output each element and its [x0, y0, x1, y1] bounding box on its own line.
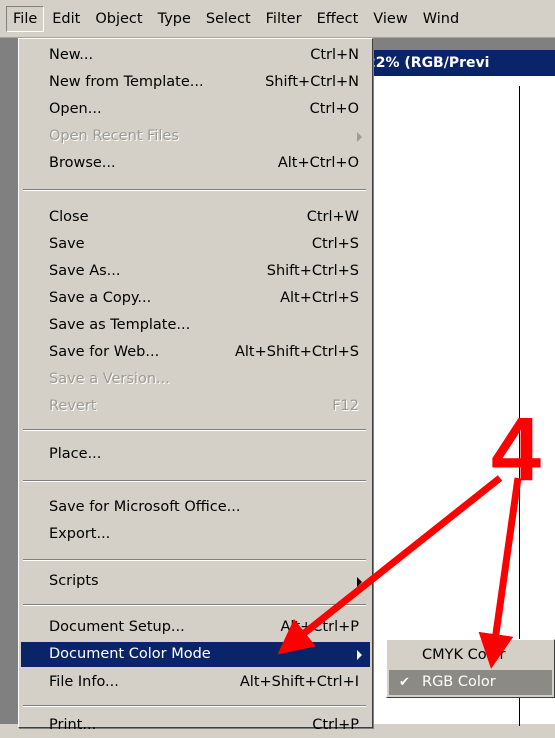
menu-item-label: Save a Version...	[49, 371, 170, 387]
menu-filter[interactable]: Filter	[259, 6, 309, 32]
menu-edit[interactable]: Edit	[45, 6, 87, 32]
menu-item-label: Revert	[49, 398, 97, 414]
menu-item-save[interactable]: Save Ctrl+S	[21, 232, 370, 257]
menu-item-label: Close	[49, 209, 89, 225]
menu-item-shortcut: Ctrl+W	[306, 209, 359, 225]
menu-object[interactable]: Object	[88, 6, 149, 32]
menu-item-shortcut: Ctrl+P	[312, 717, 359, 733]
menu-item-shortcut: Alt+Ctrl+O	[277, 155, 359, 171]
menu-item-label: New from Template...	[49, 74, 204, 90]
menu-item-label: Save for Web...	[49, 344, 160, 360]
menu-item-label: New...	[49, 47, 94, 63]
submenu-arrow-icon	[357, 577, 362, 587]
checkmark-icon: ✔	[399, 675, 410, 690]
menu-item-label: Export...	[49, 526, 111, 542]
menu-item-shortcut: Alt+Ctrl+P	[280, 619, 359, 635]
menu-item-save-as[interactable]: Save As... Shift+Ctrl+S	[21, 259, 370, 284]
menu-separator	[23, 480, 366, 482]
menu-item-file-info[interactable]: File Info... Alt+Shift+Ctrl+I	[21, 670, 370, 695]
menu-item-label: Open...	[49, 101, 102, 117]
menu-item-shortcut: Ctrl+N	[310, 47, 359, 63]
menu-item-save-as-template[interactable]: Save as Template...	[21, 313, 370, 338]
menu-item-save-for-microsoft-office[interactable]: Save for Microsoft Office...	[21, 495, 370, 520]
step-number-annotation: 4	[491, 400, 542, 500]
menu-effect[interactable]: Effect	[310, 6, 366, 32]
menu-item-label: Browse...	[49, 155, 116, 171]
submenu-arrow-icon	[357, 132, 362, 142]
menu-item-label: Save	[49, 236, 85, 252]
menu-item-close[interactable]: Close Ctrl+W	[21, 205, 370, 230]
menu-item-save-for-web[interactable]: Save for Web... Alt+Shift+Ctrl+S	[21, 340, 370, 365]
menu-item-label: Save as Template...	[49, 317, 191, 333]
menu-item-shortcut: Alt+Ctrl+S	[280, 290, 359, 306]
submenu-item-cmyk-color[interactable]: CMYK Color	[389, 643, 552, 668]
menu-select[interactable]: Select	[199, 6, 258, 32]
menu-item-browse[interactable]: Browse... Alt+Ctrl+O	[21, 151, 370, 176]
menu-item-label: File Info...	[49, 674, 119, 690]
menu-item-shortcut: Alt+Shift+Ctrl+S	[234, 344, 359, 360]
document-title-bar[interactable]: 22% (RGB/Previ	[360, 50, 555, 76]
menu-item-label: Document Color Mode	[49, 646, 211, 662]
menu-item-place[interactable]: Place...	[21, 442, 370, 467]
menu-item-label: Save for Microsoft Office...	[49, 499, 241, 515]
submenu-item-label: CMYK Color	[422, 647, 506, 663]
menu-item-label: Print...	[49, 717, 97, 733]
menu-item-export[interactable]: Export...	[21, 522, 370, 547]
menu-item-label: Open Recent Files	[49, 128, 179, 144]
menu-item-label: Save As...	[49, 263, 121, 279]
menu-file[interactable]: File	[6, 5, 45, 32]
menu-item-new[interactable]: New... Ctrl+N	[21, 43, 370, 68]
menu-item-save-a-version: Save a Version...	[21, 367, 370, 392]
menu-item-label: Save a Copy...	[49, 290, 152, 306]
menu-bar: File Edit Object Type Select Filter Effe…	[0, 0, 555, 38]
menu-item-label: Place...	[49, 446, 102, 462]
menu-item-document-setup[interactable]: Document Setup... Alt+Ctrl+P	[21, 615, 370, 640]
menu-item-label: Document Setup...	[49, 619, 185, 635]
submenu-arrow-icon	[357, 650, 362, 660]
menu-item-revert: Revert F12	[21, 394, 370, 419]
menu-item-document-color-mode[interactable]: Document Color Mode	[21, 642, 370, 667]
menu-type[interactable]: Type	[151, 6, 198, 32]
menu-item-shortcut: Ctrl+O	[309, 101, 359, 117]
submenu-item-rgb-color[interactable]: ✔ RGB Color	[389, 670, 552, 695]
menu-separator	[23, 604, 366, 606]
menu-item-shortcut: Alt+Shift+Ctrl+I	[239, 674, 359, 690]
menu-item-print[interactable]: Print... Ctrl+P	[21, 713, 370, 738]
menu-item-shortcut: Shift+Ctrl+S	[266, 263, 359, 279]
menu-view[interactable]: View	[366, 6, 414, 32]
menu-item-label: Scripts	[49, 573, 99, 589]
menu-item-shortcut: Shift+Ctrl+N	[265, 74, 359, 90]
menu-separator	[23, 189, 366, 191]
menu-separator	[23, 705, 366, 707]
menu-item-open-recent-files: Open Recent Files	[21, 124, 370, 149]
menu-item-scripts[interactable]: Scripts	[21, 569, 370, 594]
menu-item-open[interactable]: Open... Ctrl+O	[21, 97, 370, 122]
menu-separator	[23, 559, 366, 561]
menu-item-shortcut: F12	[332, 398, 359, 414]
file-menu-dropdown: New... Ctrl+N New from Template... Shift+C…	[18, 38, 373, 733]
menu-item-shortcut: Ctrl+S	[311, 236, 359, 252]
menu-window[interactable]: Wind	[416, 6, 466, 32]
menu-item-new-from-template[interactable]: New from Template... Shift+Ctrl+N	[21, 70, 370, 95]
menu-separator	[23, 429, 366, 431]
submenu-item-label: RGB Color	[422, 674, 496, 690]
color-mode-submenu: CMYK Color ✔ RGB Color	[386, 639, 555, 698]
menu-item-save-a-copy[interactable]: Save a Copy... Alt+Ctrl+S	[21, 286, 370, 311]
